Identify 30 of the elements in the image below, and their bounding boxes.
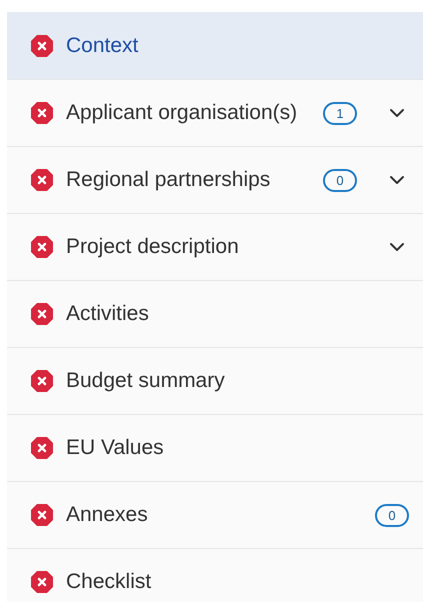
sidebar-item[interactable]: Project description [7,213,423,280]
item-label: Checklist [66,569,152,596]
error-icon [30,436,54,460]
error-icon [30,168,54,192]
item-label: Activities [66,301,149,328]
error-icon [30,34,54,58]
sidebar-item[interactable]: Activities [7,280,423,347]
item-label: Annexes [66,502,148,528]
error-icon [30,101,54,125]
item-label: Project description [66,234,239,260]
sidebar-item[interactable]: Regional partnerships 0 [7,146,423,213]
item-label: Applicant organisation(s) [66,100,298,126]
count-badge: 0 [323,168,357,192]
sidebar-item[interactable]: Budget summary [7,347,423,414]
item-label: EU Values [66,435,164,462]
error-icon [30,369,54,393]
sidebar-item[interactable]: Annexes 0 [7,481,423,548]
error-icon [30,570,54,594]
sidebar-item[interactable]: Checklist [7,548,423,602]
error-icon [30,235,54,259]
count-badge: 1 [323,102,357,124]
count-badge: 0 [375,504,409,526]
item-label: Context [66,32,138,59]
sidebar-item[interactable]: EU Values [7,414,423,481]
error-icon [30,503,54,527]
sidebar-item[interactable]: Applicant organisation(s) 1 [7,79,423,146]
sidebar-item[interactable]: Context [7,12,423,79]
item-label: Regional partnerships [66,167,270,194]
item-label: Budget summary [66,368,225,394]
error-icon [30,302,54,326]
